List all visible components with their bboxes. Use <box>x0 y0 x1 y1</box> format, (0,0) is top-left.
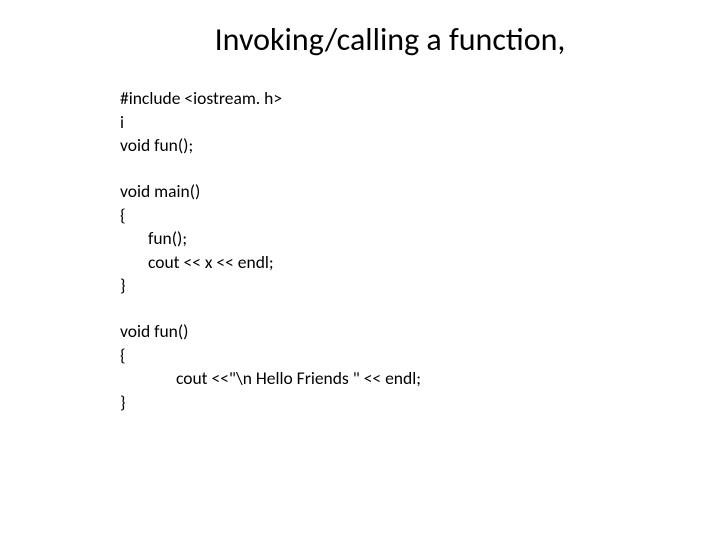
code-line-cout2: cout <<"\n Hello Friends " << endl; <box>120 367 720 391</box>
code-line-proto: void fun(); <box>120 134 720 158</box>
code-line-close2: } <box>120 391 720 415</box>
code-block: #include <iostream. h> i void fun(); voi… <box>120 87 720 415</box>
code-line-i: i <box>120 111 720 135</box>
blank-line <box>120 298 720 320</box>
blank-line <box>120 158 720 180</box>
code-line-call: fun(); <box>120 227 720 251</box>
code-line-open1: { <box>120 204 720 228</box>
code-line-include: #include <iostream. h> <box>120 87 720 111</box>
slide-container: Invoking/calling a function, #include <i… <box>0 0 720 540</box>
slide-title: Invoking/calling a function, <box>60 20 720 59</box>
code-line-cout1: cout << x << endl; <box>120 251 720 275</box>
code-line-main: void main() <box>120 180 720 204</box>
code-line-open2: { <box>120 344 720 368</box>
code-line-fundef: void fun() <box>120 320 720 344</box>
code-line-close1: } <box>120 274 720 298</box>
